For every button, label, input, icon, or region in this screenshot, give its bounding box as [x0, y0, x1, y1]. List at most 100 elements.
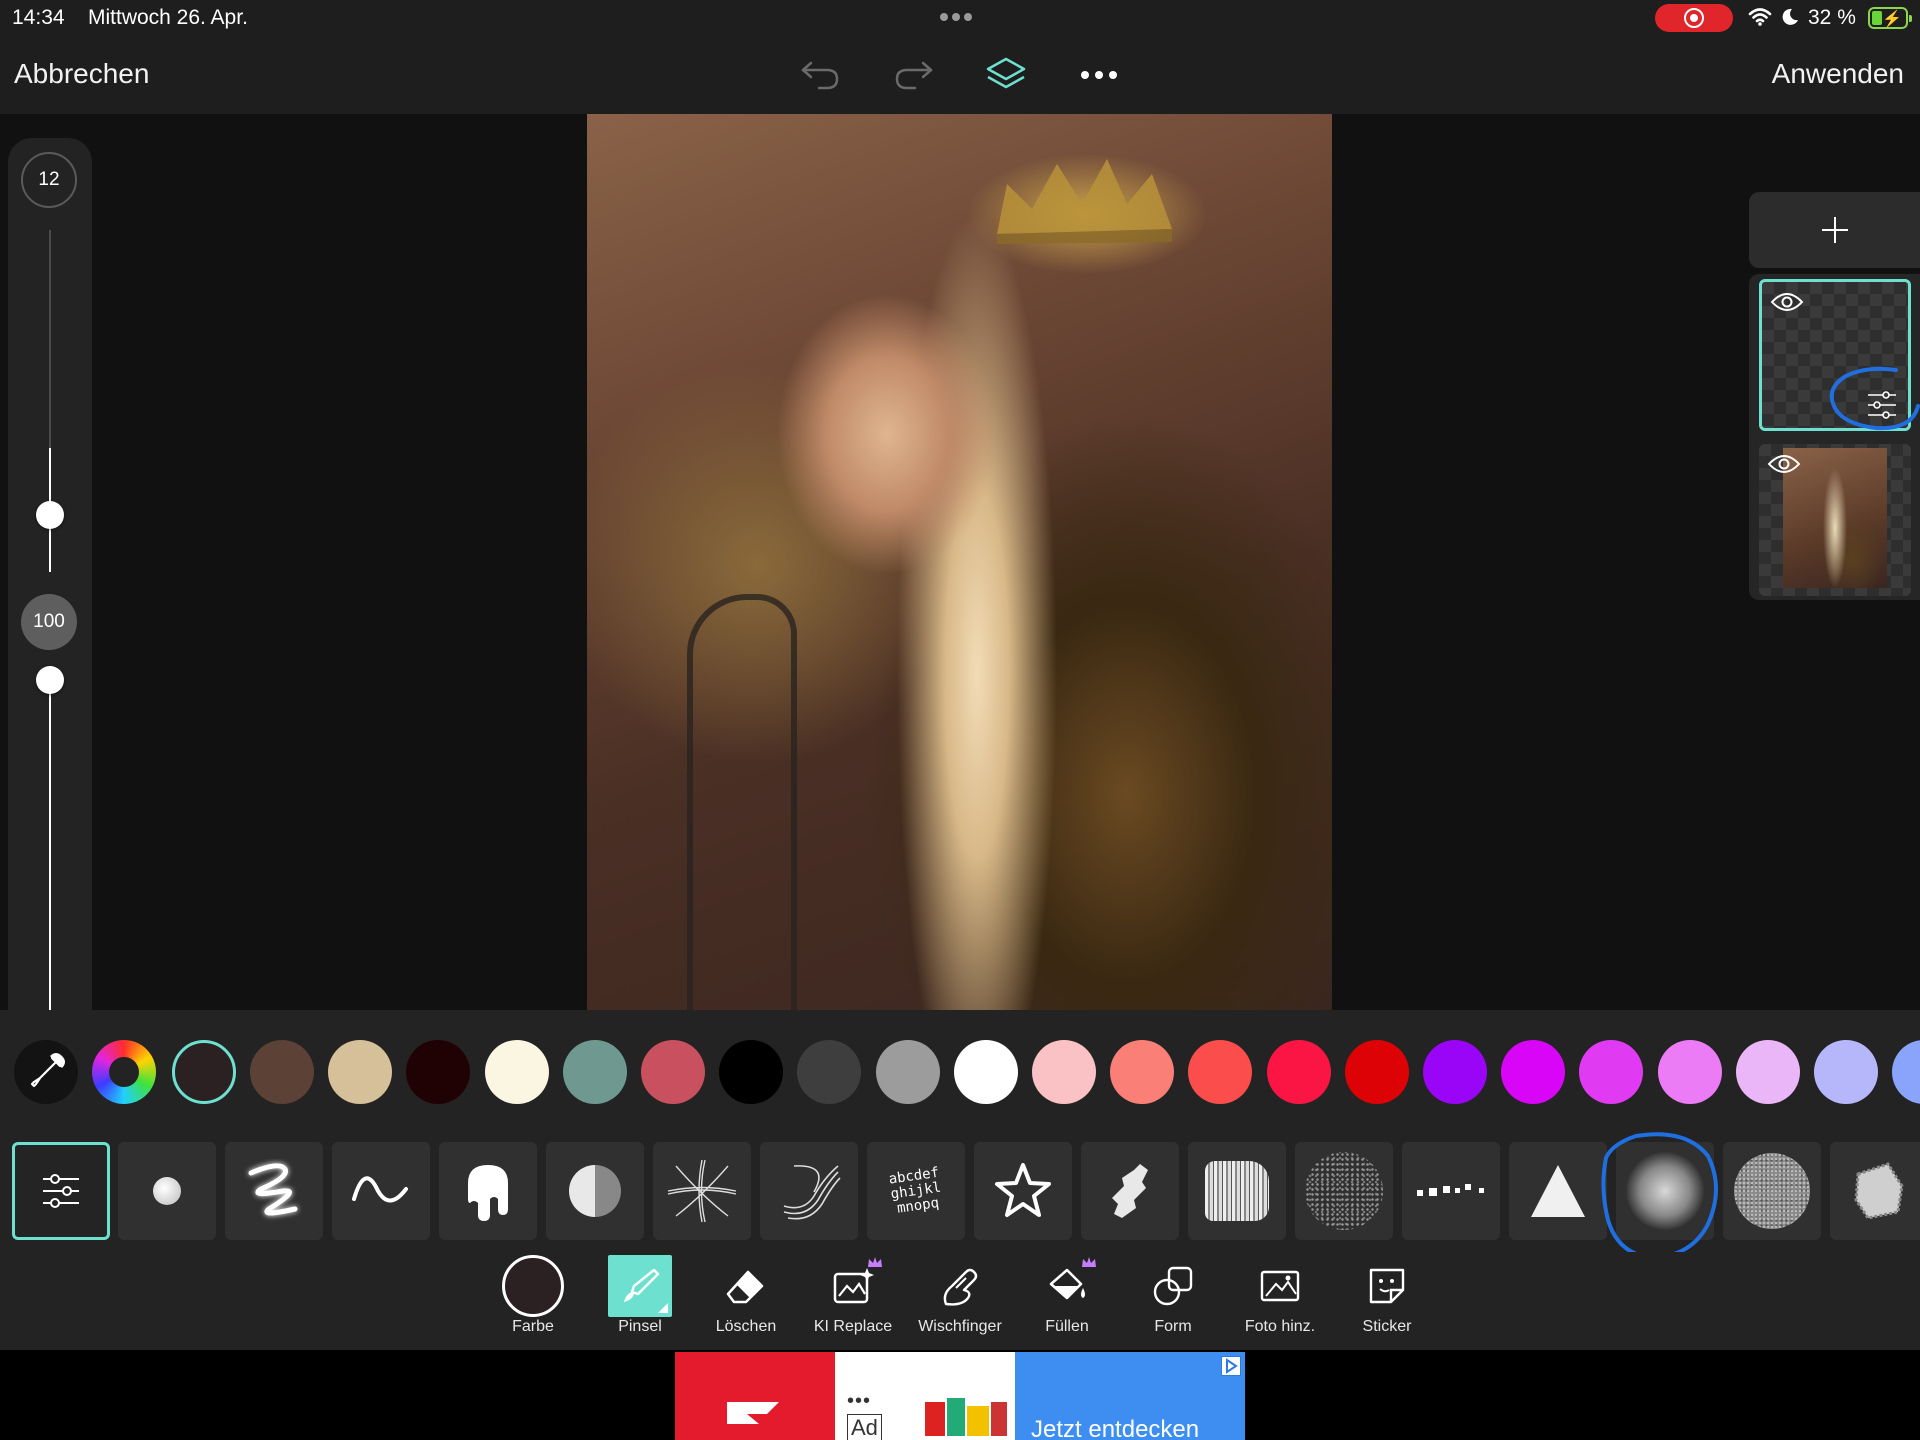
color-swatch[interactable]	[1188, 1040, 1253, 1104]
eraser-icon	[726, 1270, 764, 1304]
star-brush-icon[interactable]	[974, 1142, 1072, 1240]
eye-icon[interactable]	[1767, 452, 1801, 476]
dry-brush-icon[interactable]	[1188, 1142, 1286, 1240]
premium-crown-icon	[868, 1257, 882, 1267]
round-brush-icon[interactable]	[118, 1142, 216, 1240]
brush-slider-panel: 12 100	[8, 138, 92, 1010]
color-swatch[interactable]	[562, 1040, 627, 1104]
wifi-icon	[1748, 8, 1772, 26]
color-swatch[interactable]	[1814, 1040, 1878, 1104]
brush-size-track[interactable]	[49, 230, 51, 448]
moon-icon	[1782, 8, 1798, 25]
brush-size-value: 12	[21, 152, 77, 208]
bottom-tools-bar: Farbe Pinsel Löschen KI Replace Wischfin…	[0, 1252, 1920, 1350]
status-bar: 14:34 Mittwoch 26. Apr. 32 % ⚡	[0, 0, 1920, 36]
tool-fill[interactable]: Füllen	[1015, 1256, 1119, 1346]
tool-brush[interactable]: Pinsel	[588, 1255, 692, 1346]
color-swatch[interactable]	[328, 1040, 393, 1104]
ribbon-brush-icon[interactable]	[760, 1142, 858, 1240]
triangle-brush-icon[interactable]	[1509, 1142, 1607, 1240]
color-swatch[interactable]	[1735, 1040, 1800, 1104]
rough-brush-icon[interactable]	[1081, 1142, 1179, 1240]
color-swatch[interactable]	[1266, 1040, 1331, 1104]
cross-brush-icon[interactable]	[653, 1142, 751, 1240]
ad-brand-logo	[675, 1352, 835, 1440]
color-swatch[interactable]	[1032, 1040, 1096, 1104]
apply-button[interactable]: Anwenden	[1772, 58, 1904, 90]
selected-color-swatch[interactable]	[172, 1040, 236, 1104]
add-layer-button[interactable]	[1749, 192, 1920, 268]
opacity-value: 100	[21, 594, 77, 650]
tool-label: Löschen	[715, 1318, 777, 1335]
color-swatch[interactable]	[1344, 1040, 1409, 1104]
layer-2-thumbnail[interactable]	[1759, 444, 1911, 596]
opacity-track[interactable]	[49, 666, 51, 1010]
tool-eraser[interactable]: Löschen	[694, 1256, 798, 1346]
color-swatch[interactable]	[1501, 1040, 1566, 1104]
wave-brush-icon[interactable]	[332, 1142, 430, 1240]
tool-label: Pinsel	[618, 1318, 662, 1335]
brush-size-slider-handle[interactable]	[36, 501, 64, 529]
tool-label: KI Replace	[813, 1318, 893, 1335]
multitasking-dots-icon[interactable]	[940, 8, 982, 21]
tool-sticker[interactable]: Sticker	[1335, 1256, 1439, 1346]
text-brush-icon[interactable]: abcdef ghijkl mnopq	[867, 1142, 965, 1240]
ad-banner[interactable]: ••• Ad Jetzt entdecken	[675, 1352, 1245, 1440]
premium-crown-icon	[1082, 1257, 1096, 1267]
tool-shape[interactable]: Form	[1121, 1256, 1225, 1346]
color-swatch[interactable]	[1579, 1040, 1644, 1104]
tool-color[interactable]: Farbe	[481, 1255, 585, 1346]
undo-icon[interactable]	[796, 50, 846, 100]
spray-brush-icon[interactable]	[1295, 1142, 1393, 1240]
half-tone-brush-icon[interactable]	[546, 1142, 644, 1240]
color-swatch[interactable]	[1892, 1040, 1920, 1104]
color-swatch[interactable]	[484, 1040, 549, 1104]
tool-label: Sticker	[1362, 1318, 1412, 1335]
eyedropper-icon[interactable]	[14, 1040, 78, 1104]
brush-settings-icon[interactable]	[12, 1142, 110, 1240]
color-swatch[interactable]	[641, 1040, 705, 1104]
tool-add-photo[interactable]: Foto hinz.	[1228, 1256, 1332, 1346]
battery-charging-icon: ⚡	[1868, 7, 1912, 29]
color-swatch[interactable]	[875, 1040, 940, 1104]
top-toolbar: Abbrechen Anwenden	[0, 36, 1920, 114]
chalk-brush-icon[interactable]	[1830, 1142, 1920, 1240]
ai-replace-icon	[833, 1268, 874, 1304]
color-swatch[interactable]	[250, 1040, 314, 1104]
tool-smudge[interactable]: Wischfinger	[908, 1256, 1012, 1346]
color-swatch[interactable]	[406, 1040, 471, 1104]
color-swatch[interactable]	[719, 1040, 784, 1104]
color-swatch[interactable]	[1657, 1040, 1722, 1104]
ad-label: Ad	[847, 1414, 882, 1440]
dots-brush-icon[interactable]	[1402, 1142, 1500, 1240]
color-wheel-icon[interactable]	[92, 1040, 156, 1104]
chair-graphic	[687, 594, 797, 1010]
eye-icon[interactable]	[1770, 290, 1804, 314]
fill-bucket-icon	[1049, 1268, 1085, 1300]
more-icon[interactable]	[1074, 50, 1124, 100]
color-palette-row	[0, 1010, 1920, 1132]
color-swatch[interactable]	[1423, 1040, 1487, 1104]
screen-record-icon[interactable]	[1655, 4, 1733, 32]
sticker-icon	[1369, 1268, 1405, 1304]
brush-icon	[608, 1255, 672, 1317]
opacity-slider-handle[interactable]	[36, 666, 64, 694]
ad-more-dots[interactable]: •••	[847, 1390, 871, 1413]
tool-label: Wischfinger	[918, 1318, 1002, 1335]
ad-cta-text[interactable]: Jetzt entdecken	[1031, 1416, 1199, 1440]
layers-icon[interactable]	[981, 50, 1031, 100]
ad-choices-icon[interactable]	[1221, 1356, 1241, 1376]
color-swatch[interactable]	[1110, 1040, 1175, 1104]
drip-brush-icon[interactable]	[439, 1142, 537, 1240]
color-swatch[interactable]	[797, 1040, 862, 1104]
tool-label: Form	[1154, 1318, 1192, 1335]
color-swatch[interactable]	[953, 1040, 1018, 1104]
redo-icon[interactable]	[888, 50, 938, 100]
photo-canvas[interactable]	[587, 114, 1332, 1010]
neon-brush-icon[interactable]	[225, 1142, 323, 1240]
smudge-finger-icon	[943, 1268, 978, 1306]
noise-brush-icon[interactable]	[1723, 1142, 1821, 1240]
cancel-button[interactable]: Abbrechen	[14, 58, 149, 90]
tool-ai-replace[interactable]: KI Replace	[801, 1256, 905, 1346]
battery-percent: 32 %	[1808, 6, 1856, 29]
